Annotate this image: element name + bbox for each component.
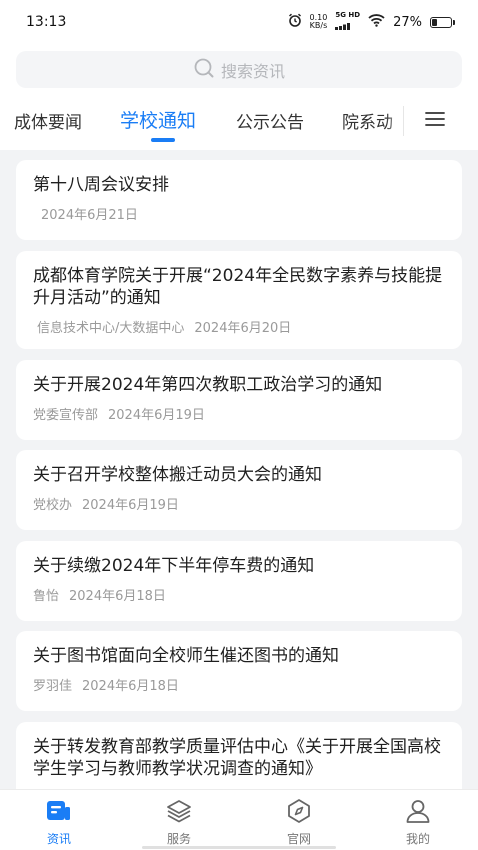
bottom-nav: 资讯 服务 官网 我的	[0, 789, 478, 850]
news-meta: 党委宣传部 2024年6月19日	[33, 404, 445, 423]
news-date: 2024年6月19日	[82, 498, 179, 513]
active-tab-indicator	[151, 138, 175, 142]
battery-percent: 27%	[393, 14, 422, 30]
nav-profile[interactable]: 我的	[378, 798, 458, 847]
news-source: 信息技术中心/大数据中心	[37, 321, 185, 336]
news-title: 关于开展2024年第四次教职工政治学习的通知	[33, 375, 383, 395]
news-date: 2024年6月21日	[41, 208, 138, 223]
home-indicator	[142, 846, 336, 849]
tab-news[interactable]: 成体要闻	[14, 108, 82, 133]
nav-services[interactable]: 服务	[139, 798, 219, 847]
nav-label: 我的	[405, 832, 430, 846]
nav-label: 资讯	[46, 832, 71, 846]
news-date: 2024年6月18日	[69, 589, 166, 604]
nav-news[interactable]: 资讯	[19, 798, 99, 847]
list-item[interactable]: 关于图书馆面向全校师生催还图书的通知 罗羽佳 2024年6月18日	[16, 631, 462, 711]
news-source: 党委宣传部	[33, 408, 99, 423]
news-title: 第十八周会议安排	[33, 175, 169, 195]
search-icon	[193, 57, 215, 83]
list-item[interactable]: 关于召开学校整体搬迁动员大会的通知 党校办 2024年6月19日	[16, 450, 462, 530]
list-item[interactable]: 关于开展2024年第四次教职工政治学习的通知 党委宣传部 2024年6月19日	[16, 360, 462, 440]
signal-icon: 5G HD	[335, 11, 360, 34]
user-icon	[378, 798, 458, 824]
compass-icon	[259, 798, 339, 824]
news-meta: 鲁怡 2024年6月18日	[33, 585, 445, 604]
category-tabs: 成体要闻 学校通知 公示公告 院系动	[0, 100, 478, 148]
news-meta: 信息技术中心/大数据中心 2024年6月20日	[37, 317, 445, 336]
nav-label: 官网	[286, 832, 311, 846]
search-input[interactable]: 搜索资讯	[16, 51, 462, 88]
news-meta: 2024年6月21日	[41, 204, 445, 223]
tab-announcements[interactable]: 公示公告	[236, 108, 304, 133]
menu-icon	[425, 111, 445, 131]
news-date: 2024年6月18日	[82, 679, 179, 694]
news-date: 2024年6月20日	[194, 321, 292, 336]
news-title: 关于续缴2024年下半年停车费的通知	[33, 556, 315, 576]
news-source: 罗羽佳	[33, 679, 73, 694]
news-icon	[19, 798, 99, 824]
net-speed: 0.10 KB/s	[309, 13, 328, 30]
alarm-icon	[288, 13, 302, 31]
wifi-icon	[368, 13, 385, 31]
search-placeholder: 搜索资讯	[220, 61, 285, 81]
news-source: 党校办	[33, 498, 73, 513]
list-item[interactable]: 第十八周会议安排 2024年6月21日	[16, 160, 462, 240]
menu-button[interactable]	[418, 106, 452, 136]
news-title: 关于转发教育部教学质量评估中心《关于开展全国高校学生学习与教师教学状况调查的通知…	[33, 737, 441, 779]
news-title: 成都体育学院关于开展“2024年全民数字素养与技能提升月活动”的通知	[33, 266, 443, 308]
status-bar: 13:13 0.10 KB/s 5G HD 27%	[0, 0, 478, 44]
nav-label: 服务	[166, 832, 191, 846]
news-date: 2024年6月19日	[108, 408, 205, 423]
list-item[interactable]: 关于续缴2024年下半年停车费的通知 鲁怡 2024年6月18日	[16, 541, 462, 621]
nav-website[interactable]: 官网	[259, 798, 339, 847]
battery-icon	[430, 16, 455, 28]
tab-school-notices[interactable]: 学校通知	[120, 106, 196, 133]
news-meta: 党校办 2024年6月19日	[33, 494, 445, 513]
list-item[interactable]: 成都体育学院关于开展“2024年全民数字素养与技能提升月活动”的通知 信息技术中…	[16, 251, 462, 349]
layers-icon	[139, 798, 219, 824]
news-title: 关于召开学校整体搬迁动员大会的通知	[33, 465, 322, 485]
news-title: 关于图书馆面向全校师生催还图书的通知	[33, 646, 339, 666]
status-time: 13:13	[26, 14, 67, 30]
news-meta: 罗羽佳 2024年6月18日	[33, 675, 445, 694]
news-source: 鲁怡	[33, 589, 60, 604]
